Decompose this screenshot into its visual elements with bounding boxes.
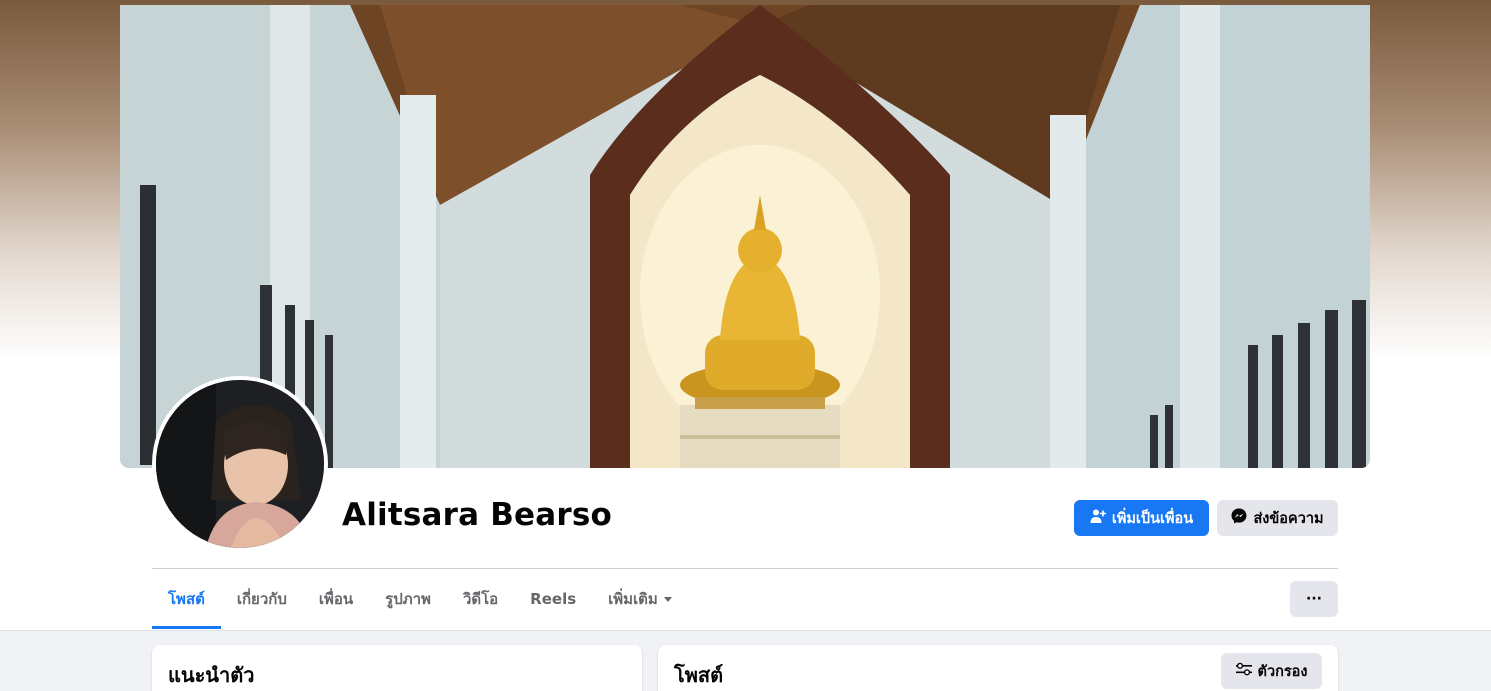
filter-label: ตัวกรอง [1257,663,1308,680]
add-friend-label: เพิ่มเป็นเพื่อน [1111,510,1194,527]
profile-tabs: โพสต์ เกี่ยวกับ เพื่อน รูปภาพ วิดีโอ Ree… [152,569,688,629]
filter-button[interactable]: ตัวกรอง [1221,653,1322,689]
caret-down-icon [663,596,672,602]
add-friend-button[interactable]: เพิ่มเป็นเพื่อน [1074,500,1209,536]
tab-friends[interactable]: เพื่อน [303,569,369,629]
messenger-icon [1231,508,1247,528]
person-plus-icon [1090,508,1106,528]
avatar-photo [156,380,324,548]
profile-page: Alitsara Bearso เพิ่มเป็นเพื่อน ส่งข้อคว… [0,0,1491,691]
tab-videos[interactable]: วิดีโอ [447,569,514,629]
tab-about[interactable]: เกี่ยวกับ [221,569,303,629]
tab-more[interactable]: เพิ่มเติม [592,569,688,629]
tab-posts[interactable]: โพสต์ [152,569,221,629]
tab-photos[interactable]: รูปภาพ [369,569,447,629]
intro-card: แนะนำตัว [152,645,642,691]
profile-avatar[interactable] [152,376,328,552]
cover-photo[interactable] [120,5,1370,468]
message-button[interactable]: ส่งข้อความ [1217,500,1338,536]
tab-reels[interactable]: Reels [514,569,592,629]
posts-title: โพสต์ [674,663,724,687]
intro-title: แนะนำตัว [168,663,255,687]
profile-name: Alitsara Bearso [342,497,613,533]
sliders-icon [1235,662,1252,680]
more-options-button[interactable]: ··· [1290,581,1338,617]
posts-card: โพสต์ ตัวกรอง [658,645,1338,691]
message-label: ส่งข้อความ [1253,510,1324,527]
more-dots-icon: ··· [1306,591,1322,607]
